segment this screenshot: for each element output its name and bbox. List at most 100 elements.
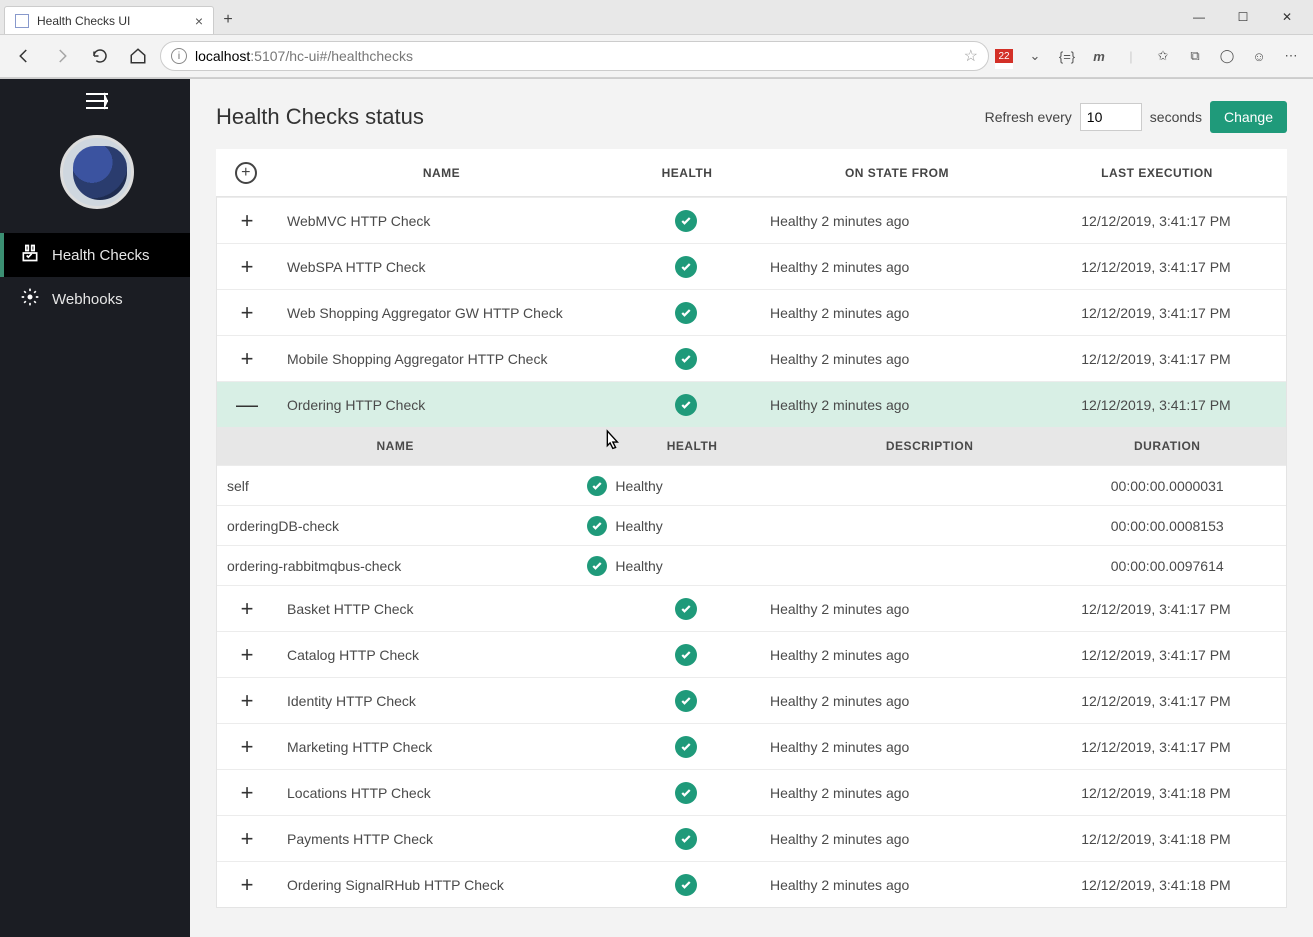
check-name: Basket HTTP Check bbox=[277, 601, 606, 617]
check-state: Healthy 2 minutes ago bbox=[766, 213, 1026, 229]
expand-all-button[interactable]: + bbox=[216, 162, 276, 184]
address-bar: i localhost:5107/hc-ui#/healthchecks ☆ 2… bbox=[0, 34, 1313, 78]
table-row[interactable]: —Ordering HTTP CheckHealthy 2 minutes ag… bbox=[217, 381, 1286, 427]
details-row: ordering-rabbitmqbus-checkHealthy00:00:0… bbox=[217, 545, 1286, 585]
collapse-icon[interactable]: — bbox=[217, 392, 277, 418]
details-header: NAMEHEALTHDESCRIPTIONDURATION bbox=[217, 427, 1286, 465]
calendar-ext-icon[interactable]: 22 bbox=[995, 49, 1013, 63]
expand-icon[interactable]: + bbox=[217, 346, 277, 372]
table-row[interactable]: +Catalog HTTP CheckHealthy 2 minutes ago… bbox=[217, 631, 1286, 677]
check-name: Mobile Shopping Aggregator HTTP Check bbox=[277, 351, 606, 367]
expand-icon[interactable]: + bbox=[217, 826, 277, 852]
details-row: selfHealthy00:00:00.0000031 bbox=[217, 465, 1286, 505]
back-button[interactable] bbox=[8, 40, 40, 72]
health-ok-icon bbox=[675, 782, 697, 804]
avatar-wrap bbox=[4, 123, 190, 233]
sidebar-item-label: Health Checks bbox=[52, 247, 150, 264]
expand-icon[interactable]: + bbox=[217, 780, 277, 806]
m-ext-icon[interactable]: m bbox=[1089, 46, 1109, 66]
expand-icon[interactable]: + bbox=[217, 688, 277, 714]
detail-name: orderingDB-check bbox=[217, 518, 573, 534]
close-window-button[interactable]: ✕ bbox=[1265, 3, 1309, 31]
maximize-button[interactable]: ☐ bbox=[1221, 3, 1265, 31]
health-ok-icon bbox=[587, 556, 607, 576]
table-row[interactable]: +Payments HTTP CheckHealthy 2 minutes ag… bbox=[217, 815, 1286, 861]
change-button[interactable]: Change bbox=[1210, 101, 1287, 133]
refresh-interval-input[interactable] bbox=[1080, 103, 1142, 131]
extension-icons: 22 ⌄ {=} m | ✩ ⧉ ◯ ☺ ⋯ bbox=[995, 46, 1305, 66]
health-ok-icon bbox=[675, 256, 697, 278]
check-state: Healthy 2 minutes ago bbox=[766, 351, 1026, 367]
check-last-exec: 12/12/2019, 3:41:17 PM bbox=[1026, 259, 1286, 275]
check-name: Ordering SignalRHub HTTP Check bbox=[277, 877, 606, 893]
menu-toggle-button[interactable] bbox=[4, 79, 190, 123]
health-ok-icon bbox=[587, 516, 607, 536]
table-header: + NAME HEALTH ON STATE FROM LAST EXECUTI… bbox=[216, 149, 1287, 197]
close-tab-icon[interactable]: × bbox=[195, 13, 203, 29]
dcol-dur: DURATION bbox=[1048, 439, 1286, 453]
dcol-name: NAME bbox=[217, 439, 573, 453]
check-name: Payments HTTP Check bbox=[277, 831, 606, 847]
new-tab-button[interactable]: + bbox=[214, 6, 242, 34]
expand-icon[interactable]: + bbox=[217, 254, 277, 280]
expand-icon[interactable]: + bbox=[217, 596, 277, 622]
health-ok-icon bbox=[675, 644, 697, 666]
expand-icon[interactable]: + bbox=[217, 300, 277, 326]
feedback-icon[interactable]: ☺ bbox=[1249, 46, 1269, 66]
check-name: WebMVC HTTP Check bbox=[277, 213, 606, 229]
check-name: Identity HTTP Check bbox=[277, 693, 606, 709]
url-input[interactable]: i localhost:5107/hc-ui#/healthchecks ☆ bbox=[160, 41, 989, 71]
site-info-icon[interactable]: i bbox=[171, 48, 187, 64]
page-title: Health Checks status bbox=[216, 104, 424, 130]
table-row[interactable]: +Identity HTTP CheckHealthy 2 minutes ag… bbox=[217, 677, 1286, 723]
table-row[interactable]: +Locations HTTP CheckHealthy 2 minutes a… bbox=[217, 769, 1286, 815]
table-row[interactable]: +Web Shopping Aggregator GW HTTP CheckHe… bbox=[217, 289, 1286, 335]
col-health: HEALTH bbox=[607, 166, 767, 180]
refresh-button[interactable] bbox=[84, 40, 116, 72]
health-ok-icon bbox=[675, 690, 697, 712]
app: Health Checks Webhooks Health Checks stat… bbox=[0, 79, 1313, 937]
table-row[interactable]: +WebMVC HTTP CheckHealthy 2 minutes ago1… bbox=[217, 197, 1286, 243]
refresh-controls: Refresh every seconds Change bbox=[985, 101, 1287, 133]
expand-icon[interactable]: + bbox=[217, 872, 277, 898]
detail-health: Healthy bbox=[573, 516, 811, 536]
tab-title: Health Checks UI bbox=[37, 14, 195, 28]
more-icon[interactable]: ⋯ bbox=[1281, 46, 1301, 66]
main-content[interactable]: Health Checks status Refresh every secon… bbox=[190, 79, 1313, 937]
browser-tab[interactable]: Health Checks UI × bbox=[4, 6, 214, 34]
home-button[interactable] bbox=[122, 40, 154, 72]
calendar-badge: 22 bbox=[998, 51, 1009, 62]
expand-icon[interactable]: + bbox=[217, 208, 277, 234]
favorite-icon[interactable]: ☆ bbox=[964, 46, 978, 66]
table-row[interactable]: +Basket HTTP CheckHealthy 2 minutes ago1… bbox=[217, 585, 1286, 631]
healthchecks-icon bbox=[20, 243, 40, 267]
check-state: Healthy 2 minutes ago bbox=[766, 647, 1026, 663]
details-row: orderingDB-checkHealthy00:00:00.0008153 bbox=[217, 505, 1286, 545]
profile-icon[interactable]: ◯ bbox=[1217, 46, 1237, 66]
table-row[interactable]: +Ordering SignalRHub HTTP Check Healthy 2… bbox=[217, 861, 1286, 907]
check-state: Healthy 2 minutes ago bbox=[766, 877, 1026, 893]
sidebar-item-health-checks[interactable]: Health Checks bbox=[0, 233, 190, 277]
sidebar-item-webhooks[interactable]: Webhooks bbox=[4, 277, 190, 321]
col-state: ON STATE FROM bbox=[767, 166, 1027, 180]
forward-button[interactable] bbox=[46, 40, 78, 72]
check-state: Healthy 2 minutes ago bbox=[766, 601, 1026, 617]
collections-icon[interactable]: ⧉ bbox=[1185, 46, 1205, 66]
url-host: localhost bbox=[195, 48, 250, 64]
expand-icon[interactable]: + bbox=[217, 734, 277, 760]
pocket-ext-icon[interactable]: ⌄ bbox=[1025, 46, 1045, 66]
check-last-exec: 12/12/2019, 3:41:17 PM bbox=[1026, 305, 1286, 321]
table-row[interactable]: +WebSPA HTTP CheckHealthy 2 minutes ago1… bbox=[217, 243, 1286, 289]
braces-ext-icon[interactable]: {=} bbox=[1057, 46, 1077, 66]
check-last-exec: 12/12/2019, 3:41:17 PM bbox=[1026, 693, 1286, 709]
expand-icon[interactable]: + bbox=[217, 642, 277, 668]
page-header: Health Checks status Refresh every secon… bbox=[216, 101, 1287, 133]
table-row[interactable]: +Mobile Shopping Aggregator HTTP Check He… bbox=[217, 335, 1286, 381]
sidebar-item-label: Webhooks bbox=[52, 291, 123, 308]
check-last-exec: 12/12/2019, 3:41:18 PM bbox=[1026, 877, 1286, 893]
minimize-button[interactable]: — bbox=[1177, 3, 1221, 31]
table-row[interactable]: +Marketing HTTP CheckHealthy 2 minutes a… bbox=[217, 723, 1286, 769]
health-ok-icon bbox=[675, 210, 697, 232]
check-last-exec: 12/12/2019, 3:41:18 PM bbox=[1026, 831, 1286, 847]
favorites-icon[interactable]: ✩ bbox=[1153, 46, 1173, 66]
